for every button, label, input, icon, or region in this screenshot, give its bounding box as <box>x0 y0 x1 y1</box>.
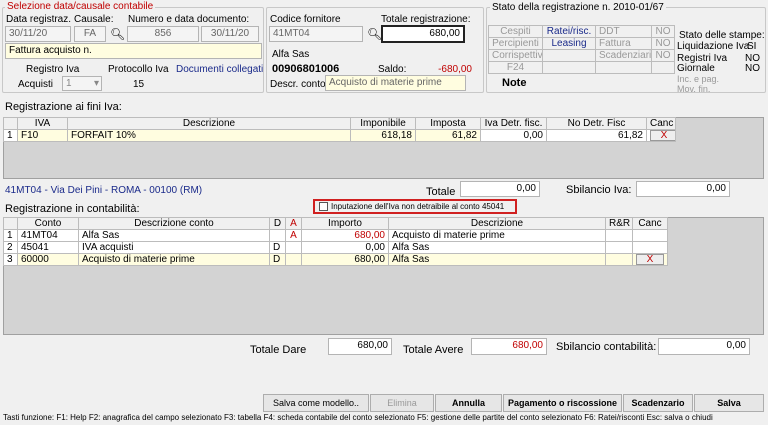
protocollo-iva-label: Protocollo Iva <box>108 64 169 75</box>
sbilancio-iva-label: Sbilancio Iva: <box>566 184 632 196</box>
chevron-down-icon[interactable]: ▾ <box>94 77 99 90</box>
sbilancio-contab-label: Sbilancio contabilità: <box>556 341 657 353</box>
stampa-liquidazione: Liquidazione Iva <box>677 41 750 52</box>
stampa-liquidazione-status: SI <box>747 41 757 52</box>
contab-col-header: Descrizione <box>388 217 606 230</box>
table-row[interactable]: 1 41MT04 Alfa Sas A 680,00 Acquisto di materi… <box>3 229 668 242</box>
totale-dare-field: 680,00 <box>328 338 392 355</box>
saldo-label: Saldo: <box>378 64 407 75</box>
totale-registrazione-field[interactable]: 680,00 <box>381 25 465 43</box>
annulla-button[interactable]: Annulla <box>435 394 502 412</box>
ddt-status: NO <box>651 25 675 38</box>
iva-col-header: Imponibile <box>350 117 416 130</box>
checkbox-square[interactable] <box>319 202 328 212</box>
checkbox-label: Inputazione dell'Iva non detraibile al c… <box>331 202 505 211</box>
stampa-giornale-status: NO <box>745 63 760 74</box>
iva-col-header: Canc <box>646 117 676 130</box>
cespiti-cell: Cespiti <box>488 25 543 38</box>
contab-col-header: A <box>285 217 302 230</box>
scadenzario-button[interactable]: Scadenzario <box>623 394 693 412</box>
leasing-cell: Leasing <box>542 37 596 50</box>
scadenziario-status: NO <box>651 49 675 62</box>
iva-col-header: IVA <box>17 117 68 130</box>
f24-cell: F24 <box>488 61 543 74</box>
sbilancio-contab-field: 0,00 <box>658 338 750 355</box>
fornitore-address: 41MT04 - Via Dei Pini - ROMA - 00100 (RM… <box>5 185 203 196</box>
numero-documento-label: Numero e data documento: <box>128 14 250 25</box>
totale-avere-field: 680,00 <box>471 338 547 355</box>
stampa-inc-pag: Inc. e pag. Mov. fin. <box>677 74 720 94</box>
registro-value: Acquisti <box>18 79 54 90</box>
stato-title: Stato della registrazione n. 2010-01/67 <box>490 2 666 13</box>
iva-col-header: Descrizione <box>67 117 351 130</box>
search-icon[interactable]: 🔍︎ <box>367 27 382 41</box>
delete-row-button[interactable]: X <box>650 130 675 141</box>
descr-conto-label: Descr. conto <box>270 79 326 90</box>
registro-number: 1 <box>66 78 72 89</box>
status-bar: Tasti funzione: F1: Help F2: anagrafica … <box>3 413 713 422</box>
contab-col-header: Canc <box>632 217 668 230</box>
contab-col-header: R&R <box>605 217 633 230</box>
fornitore-ragione-sociale: Alfa Sas <box>272 49 310 60</box>
codice-fornitore-label: Codice fornitore <box>270 14 341 25</box>
totale-dare-label: Totale Dare <box>250 344 307 356</box>
numero-documento-field[interactable]: 856 <box>127 26 199 42</box>
contab-col-header: Conto <box>17 217 79 230</box>
contab-col-header: Descrizione conto <box>78 217 270 230</box>
table-row[interactable]: 3 60000 Acquisto di materie prime D 680,00 Al… <box>3 253 668 266</box>
contab-col-header: Importo <box>301 217 389 230</box>
registro-select[interactable]: 1 ▾ <box>62 76 102 91</box>
iva-table: IVA Descrizione Imponibile Imposta Iva Detr.… <box>3 117 676 142</box>
fornitore-partita-iva: 00906801006 <box>272 63 340 75</box>
codice-fornitore-field[interactable]: 41MT04 <box>269 26 363 42</box>
scadenziario-cell: Scadenziario <box>595 49 652 62</box>
search-icon[interactable]: 🔍︎ <box>110 27 125 41</box>
iva-col-header: Imposta <box>415 117 481 130</box>
contab-section-title: Registrazione in contabilità: <box>5 203 140 215</box>
pagamento-button[interactable]: Pagamento o riscossione <box>503 394 622 412</box>
stato-table: Cespiti Ratei/risc. DDT NO Percipienti Leasi… <box>488 25 675 74</box>
table-row[interactable]: 1 F10 FORFAIT 10% 618,18 61,82 0,00 61,8… <box>3 129 676 142</box>
contab-table: Conto Descrizione conto D A Importo Descrizio… <box>3 217 668 266</box>
elimina-button[interactable]: Elimina <box>370 394 434 412</box>
contab-col-header: D <box>269 217 286 230</box>
fattura-cell: Fattura <box>595 37 652 50</box>
stampe-title: Stato delle stampe: <box>679 30 765 41</box>
protocollo-value: 15 <box>133 79 145 90</box>
data-documento-field[interactable]: 30/11/20 <box>201 26 259 42</box>
corrispettivi-cell: Corrispettivi <box>488 49 543 62</box>
fattura-status: NO <box>651 37 675 50</box>
stampa-giornale: Giornale <box>677 63 715 74</box>
salva-modello-button[interactable]: Salva come modello.. <box>263 394 369 412</box>
data-registrazione-field[interactable]: 30/11/20 <box>5 26 71 42</box>
totale-registrazione-label: Totale registrazione: <box>381 14 471 25</box>
descr-conto-field[interactable]: Acquisto di materie prime <box>325 75 466 91</box>
ddt-cell: DDT <box>595 25 652 38</box>
note-label: Note <box>502 77 527 89</box>
causale-label: Causale: <box>74 14 114 25</box>
selection-legend: Selezione data/causale contabile <box>5 1 156 12</box>
data-registrazione-label: Data registraz. <box>6 14 72 25</box>
table-row[interactable]: 2 45041 IVA acquisti D 0,00 Alfa Sas <box>3 241 668 254</box>
documenti-collegati-link[interactable]: Documenti collegati <box>176 64 263 75</box>
iva-non-detraibile-checkbox[interactable]: Inputazione dell'Iva non detraibile al c… <box>313 199 517 214</box>
iva-totale-field: 0,00 <box>460 181 540 197</box>
causale-field[interactable]: FA <box>74 26 106 42</box>
sbilancio-iva-field: 0,00 <box>636 181 730 197</box>
saldo-value: -680,00 <box>438 64 472 75</box>
iva-col-header: No Detr. Fisc <box>546 117 647 130</box>
percipienti-cell: Percipienti <box>488 37 543 50</box>
salva-button[interactable]: Salva <box>694 394 764 412</box>
ratei-cell: Ratei/risc. <box>542 25 596 38</box>
delete-row-button[interactable]: X <box>636 254 664 265</box>
registro-iva-label: Registro Iva <box>26 64 80 75</box>
iva-section-title: Registrazione ai fini Iva: <box>5 101 122 113</box>
totale-avere-label: Totale Avere <box>403 344 464 356</box>
iva-col-header: Iva Detr. fisc. <box>480 117 547 130</box>
descrizione-field[interactable]: Fattura acquisto n. <box>5 43 262 59</box>
iva-totale-label: Totale <box>426 186 456 198</box>
